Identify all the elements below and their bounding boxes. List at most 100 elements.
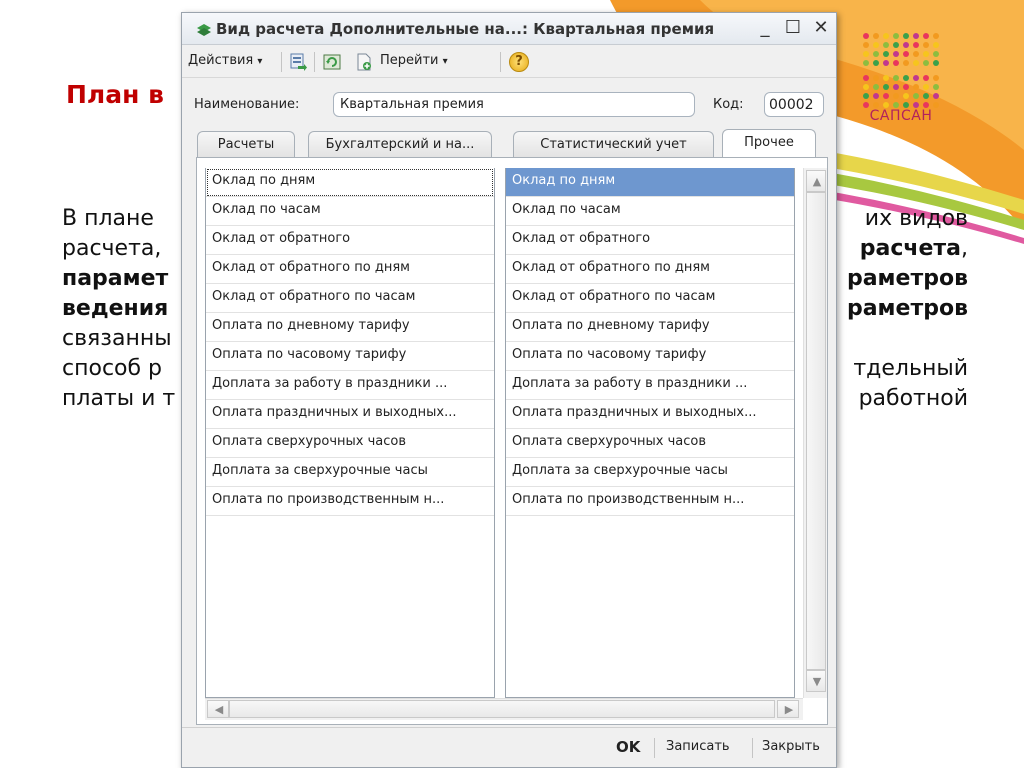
- list-item[interactable]: Оклад от обратного по часам: [206, 284, 494, 313]
- window-title: Вид расчета Дополнительные на...: Кварта…: [216, 20, 715, 38]
- right-list[interactable]: Оклад по дням Оклад по часам Оклад от обра…: [505, 168, 795, 698]
- name-label: Наименование:: [194, 97, 300, 112]
- logo-dot: [903, 51, 909, 57]
- button-divider: [752, 738, 753, 758]
- list-item[interactable]: Оклад от обратного по часам: [506, 284, 794, 313]
- logo-dot: [883, 51, 889, 57]
- slide-body-text: расчета: [859, 236, 961, 261]
- bottom-button-bar: OK Записать Закрыть: [182, 727, 836, 767]
- logo-dot: [933, 84, 939, 90]
- scroll-down-button[interactable]: ▼: [806, 670, 826, 692]
- chevron-down-icon: ▾: [442, 56, 448, 67]
- logo-dot: [863, 42, 869, 48]
- logo-dot: [893, 75, 899, 81]
- logo-dot: [863, 75, 869, 81]
- list-item[interactable]: Доплата за сверхурочные часы: [206, 458, 494, 487]
- tab-statistics[interactable]: Статистический учет: [513, 131, 714, 158]
- scroll-left-button[interactable]: ◀: [207, 700, 229, 718]
- slide-body-line: ведения: [62, 294, 168, 324]
- close-window-button[interactable]: ✕: [810, 17, 832, 39]
- slide-body-text: связанны: [62, 326, 172, 351]
- minimize-button[interactable]: _: [754, 17, 776, 39]
- logo-dot: [923, 60, 929, 66]
- list-item[interactable]: Оплата по дневному тарифу: [206, 313, 494, 342]
- logo-dot: [893, 93, 899, 99]
- logo-dot: [873, 93, 879, 99]
- horizontal-scrollbar[interactable]: ◀ ▶: [205, 698, 803, 720]
- scroll-up-button[interactable]: ▲: [806, 170, 826, 192]
- vertical-scroll-thumb[interactable]: [806, 192, 826, 670]
- list-item[interactable]: Оплата сверхурочных часов: [506, 429, 794, 458]
- left-list[interactable]: Оклад по дням Оклад по часам Оклад от обра…: [205, 168, 495, 698]
- logo-dot: [863, 84, 869, 90]
- goto-menu[interactable]: Перейти ▾: [380, 53, 448, 68]
- logo-dot: [933, 42, 939, 48]
- logo-dot: [913, 42, 919, 48]
- code-input[interactable]: [764, 92, 824, 117]
- vertical-scrollbar[interactable]: ▲ ▼: [803, 168, 827, 698]
- list-item[interactable]: Доплата за сверхурочные часы: [506, 458, 794, 487]
- logo-dot: [883, 93, 889, 99]
- slide-body-line: расчета,: [62, 234, 161, 264]
- logo-dot: [913, 93, 919, 99]
- list-item[interactable]: Оклад от обратного по дням: [206, 255, 494, 284]
- button-divider: [654, 738, 655, 758]
- slide-body-line: связанны: [62, 324, 172, 354]
- list-item[interactable]: Оклад по часам: [206, 197, 494, 226]
- slide-body-line: работной: [859, 384, 968, 414]
- logo-dot: [903, 42, 909, 48]
- slide-body-line: их видов: [865, 204, 968, 234]
- logo-dot: [873, 84, 879, 90]
- slide-title: План в: [66, 80, 164, 109]
- move-to-list-icon[interactable]: [288, 52, 308, 72]
- list-item[interactable]: Доплата за работу в праздники ...: [206, 371, 494, 400]
- tab-other[interactable]: Прочее: [722, 129, 816, 159]
- horizontal-scroll-thumb[interactable]: [229, 700, 775, 718]
- scroll-right-button[interactable]: ▶: [777, 700, 799, 718]
- slide-body-text: их видов: [864, 206, 968, 231]
- close-button[interactable]: Закрыть: [762, 739, 820, 754]
- window-titlebar[interactable]: Вид расчета Дополнительные на...: Кварта…: [182, 13, 836, 45]
- new-document-icon[interactable]: [354, 52, 374, 72]
- name-input[interactable]: [333, 92, 695, 117]
- maximize-button[interactable]: ☐: [782, 17, 804, 39]
- list-item[interactable]: Оплата по часовому тарифу: [206, 342, 494, 371]
- list-item[interactable]: Оплата по часовому тарифу: [506, 342, 794, 371]
- slide-body-text: ,: [961, 236, 968, 261]
- list-item[interactable]: Оплата праздничных и выходных...: [206, 400, 494, 429]
- logo-dot: [883, 84, 889, 90]
- list-item[interactable]: Оплата сверхурочных часов: [206, 429, 494, 458]
- logo-dot: [873, 33, 879, 39]
- toolbar-divider: [500, 52, 501, 72]
- list-item[interactable]: Оклад от обратного по дням: [506, 255, 794, 284]
- list-item[interactable]: Оклад по дням: [206, 168, 494, 197]
- tab-panel-other: Оклад по дням Оклад по часам Оклад от обра…: [196, 157, 828, 725]
- list-item[interactable]: Оклад от обратного: [506, 226, 794, 255]
- help-icon[interactable]: ?: [509, 52, 529, 72]
- list-item[interactable]: Оплата по производственным н...: [506, 487, 794, 516]
- refresh-icon[interactable]: [322, 52, 342, 72]
- list-item[interactable]: Оплата по дневному тарифу: [506, 313, 794, 342]
- list-item[interactable]: Оклад от обратного: [206, 226, 494, 255]
- slide-body-text: раметров: [846, 296, 968, 321]
- list-item[interactable]: Оплата праздничных и выходных...: [506, 400, 794, 429]
- logo-dot: [913, 84, 919, 90]
- logo-dot: [933, 75, 939, 81]
- list-item[interactable]: Оклад по часам: [506, 197, 794, 226]
- actions-menu[interactable]: Действия ▾: [188, 53, 262, 68]
- goto-menu-label: Перейти: [380, 53, 439, 68]
- list-item[interactable]: Оплата по производственным н...: [206, 487, 494, 516]
- tab-calculations[interactable]: Расчеты: [197, 131, 295, 158]
- logo-dot: [883, 33, 889, 39]
- slide-body-line: раметров: [847, 264, 968, 294]
- logo-dot: [863, 51, 869, 57]
- save-button[interactable]: Записать: [666, 739, 730, 754]
- logo-dot: [873, 51, 879, 57]
- ok-button[interactable]: OK: [616, 738, 640, 756]
- list-item[interactable]: Доплата за работу в праздники ...: [506, 371, 794, 400]
- slide-body-text: платы и т: [62, 386, 176, 411]
- actions-menu-label: Действия: [188, 53, 254, 68]
- tab-accounting[interactable]: Бухгалтерский и на...: [308, 131, 492, 158]
- logo-dot: [923, 84, 929, 90]
- list-item[interactable]: Оклад по дням: [506, 168, 794, 197]
